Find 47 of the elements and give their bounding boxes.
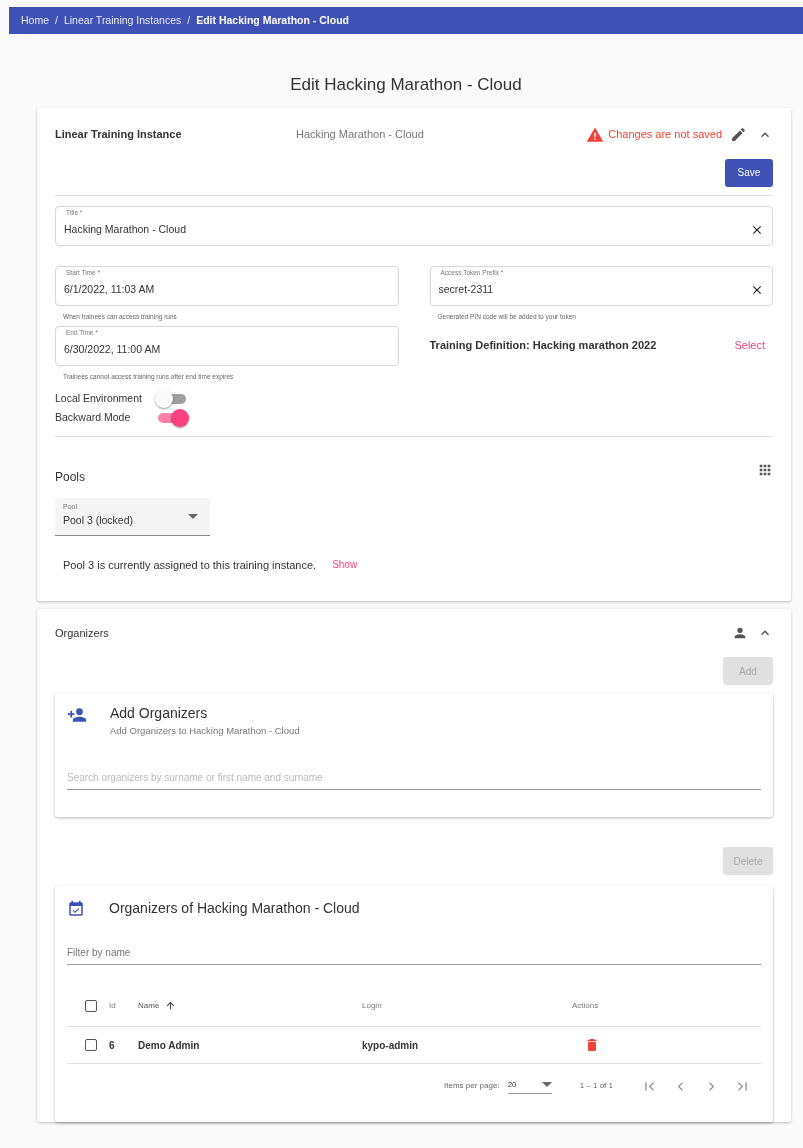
checkbox[interactable] xyxy=(85,999,97,1012)
pool-message: Pool 3 is currently assigned to this training instance. xyxy=(63,557,317,573)
calendar-check-icon xyxy=(67,899,85,918)
filter-field[interactable]: Filter by name xyxy=(67,941,761,966)
warning-icon xyxy=(586,125,605,144)
warning-text: Changes are not saved xyxy=(608,127,722,143)
trash-icon[interactable] xyxy=(584,1037,600,1054)
breadcrumb-link[interactable]: Edit Hacking Marathon - Cloud xyxy=(196,12,350,29)
paginator-range: 1 – 1 of 1 xyxy=(579,1080,613,1093)
select-value: Pool 3 (locked) xyxy=(63,513,134,528)
field-value[interactable]: secret-2311 xyxy=(438,281,750,298)
sort-arrow-icon xyxy=(165,1000,177,1012)
save-button[interactable]: Save xyxy=(725,158,773,187)
dropdown-caret-icon xyxy=(188,513,198,519)
column-header[interactable]: Actions xyxy=(572,999,599,1012)
breadcrumb-separator: / xyxy=(55,12,58,28)
paginator-label: Items per page: xyxy=(444,1080,500,1093)
panel-subtitle: Add Organizers to Hacking Marathon - Cloud xyxy=(110,724,300,738)
panel-title: Organizers of Hacking Marathon - Cloud xyxy=(109,899,360,919)
person-add-icon xyxy=(67,705,87,725)
search-field[interactable]: Search organizers by surname or first name and surname xyxy=(67,766,761,791)
toggle-label: Backward Mode xyxy=(55,410,132,426)
field-value[interactable]: 6/1/2022, 11:03 AM xyxy=(64,281,390,298)
panel-title: Add Organizers xyxy=(110,705,209,721)
column-header[interactable]: Login xyxy=(362,999,382,1012)
card-title: Organizers xyxy=(55,625,110,641)
page-title: Edit Hacking Marathon - Cloud xyxy=(289,74,523,96)
card-subtitle: Hacking Marathon - Cloud xyxy=(296,127,425,143)
field-value[interactable]: Hacking Marathon - Cloud xyxy=(64,221,750,238)
field-value[interactable]: 6/30/2022, 11:00 AM xyxy=(64,341,390,358)
dropdown-caret-icon xyxy=(541,1082,552,1088)
checkbox[interactable] xyxy=(85,1039,97,1052)
card-title: Linear Training Instance xyxy=(55,127,183,143)
table-cell: kypo-admin xyxy=(362,1040,419,1051)
column-header[interactable]: Id xyxy=(109,999,116,1012)
page-size-select[interactable]: 20 xyxy=(507,1078,552,1094)
breadcrumb-link[interactable]: Linear Training Instances xyxy=(63,12,182,29)
training-definition-text: Training Definition: Hacking marathon 2022 xyxy=(429,338,657,354)
table-cell: 6 xyxy=(109,1040,115,1051)
section-title: Pools xyxy=(55,468,86,486)
person-icon[interactable] xyxy=(732,625,748,641)
breadcrumb-separator: / xyxy=(187,12,191,28)
pencil-icon[interactable] xyxy=(730,126,747,143)
toggle-label: Local Environment xyxy=(55,391,143,407)
table-cell: Demo Admin xyxy=(138,1040,200,1051)
breadcrumb-link[interactable]: Home xyxy=(21,12,49,29)
column-header[interactable]: Name xyxy=(138,999,160,1012)
